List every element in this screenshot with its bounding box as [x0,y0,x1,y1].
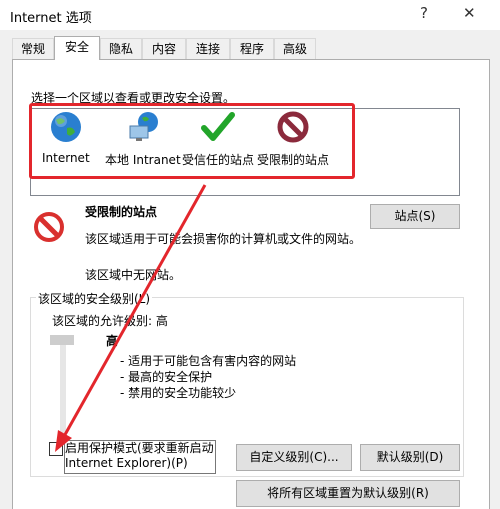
security-level-bullet: - 最高的安全保护 [120,370,213,384]
security-level-bullet: - 适用于可能包含有害内容的网站 [120,354,297,368]
protected-mode-label-line1: 启用保护模式(要求重新启动 [65,441,214,455]
protected-mode-label[interactable]: 启用保护模式(要求重新启动 Internet Explorer)(P) [64,440,216,474]
tab-security[interactable]: 安全 [54,36,100,60]
annotation-highlight-box [29,103,355,179]
close-button[interactable]: ✕ [463,4,476,22]
security-level-slider-track [60,340,66,436]
sites-button[interactable]: 站点(S) [370,204,460,229]
protected-mode-label-line2: Internet Explorer)(P) [65,456,188,470]
protected-mode-checkbox[interactable] [49,442,63,456]
security-level-name: 高 [106,334,119,348]
security-level-group-title: 该区域的安全级别(L) [36,290,153,307]
allowed-level-label: 该区域的允许级别: 高 [52,314,168,328]
selected-zone-note: 该区域中无网站。 [85,268,182,282]
restricted-large-icon [34,212,64,242]
default-level-button[interactable]: 默认级别(D) [360,444,460,471]
selected-zone-description: 该区域适用于可能会损害你的计算机或文件的网站。 [85,232,362,246]
security-level-slider-thumb[interactable] [50,335,74,345]
reset-all-zones-button[interactable]: 将所有区域重置为默认级别(R) [236,480,460,507]
help-button[interactable]: ? [420,4,428,22]
custom-level-button[interactable]: 自定义级别(C)... [236,444,352,471]
security-level-bullet: - 禁用的安全功能较少 [120,386,237,400]
selected-zone-title: 受限制的站点 [85,205,158,219]
